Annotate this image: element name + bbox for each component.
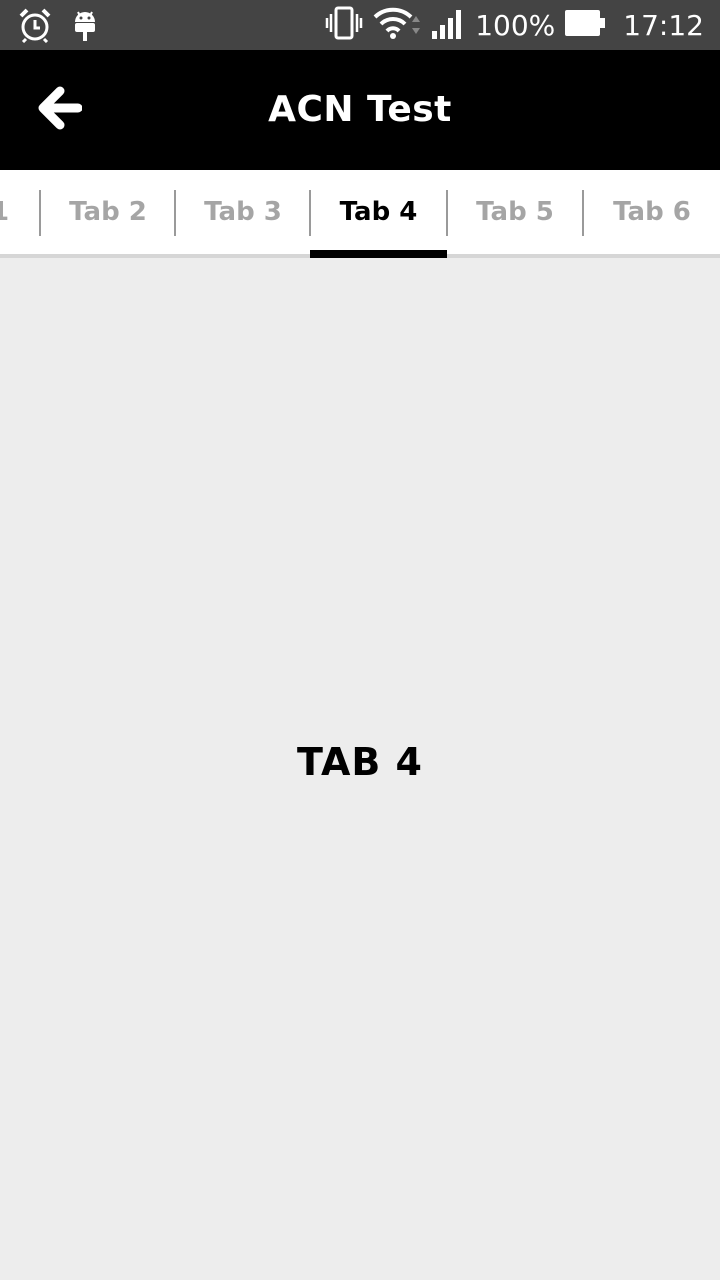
tab-3[interactable]: Tab 3 bbox=[176, 170, 310, 254]
tab-strip[interactable]: 1 Tab 2 Tab 3 Tab 4 Tab 5 Tab 6 bbox=[0, 170, 720, 258]
status-icons-left bbox=[18, 7, 98, 47]
vibrate-icon bbox=[325, 6, 363, 44]
tab-1[interactable]: 1 bbox=[0, 170, 40, 254]
status-bar: 100% 17:12 bbox=[0, 0, 720, 50]
signal-icon bbox=[431, 7, 465, 43]
tab-content-label: TAB 4 bbox=[296, 740, 423, 784]
wifi-icon bbox=[373, 6, 423, 44]
app-bar: ACN Test bbox=[0, 50, 720, 170]
status-icons-right: 100% 17:12 bbox=[325, 0, 704, 50]
tab-2[interactable]: Tab 2 bbox=[41, 170, 175, 254]
tab-5[interactable]: Tab 5 bbox=[448, 170, 582, 254]
battery-percent: 100% bbox=[475, 8, 556, 42]
battery-icon bbox=[565, 10, 606, 40]
active-tab-indicator bbox=[310, 250, 447, 258]
clock: 17:12 bbox=[623, 8, 704, 42]
android-icon bbox=[72, 8, 98, 46]
tab-6[interactable]: Tab 6 bbox=[584, 170, 720, 254]
page-title: ACN Test bbox=[268, 89, 452, 130]
tab-4[interactable]: Tab 4 bbox=[311, 170, 446, 254]
alarm-icon bbox=[18, 7, 52, 47]
